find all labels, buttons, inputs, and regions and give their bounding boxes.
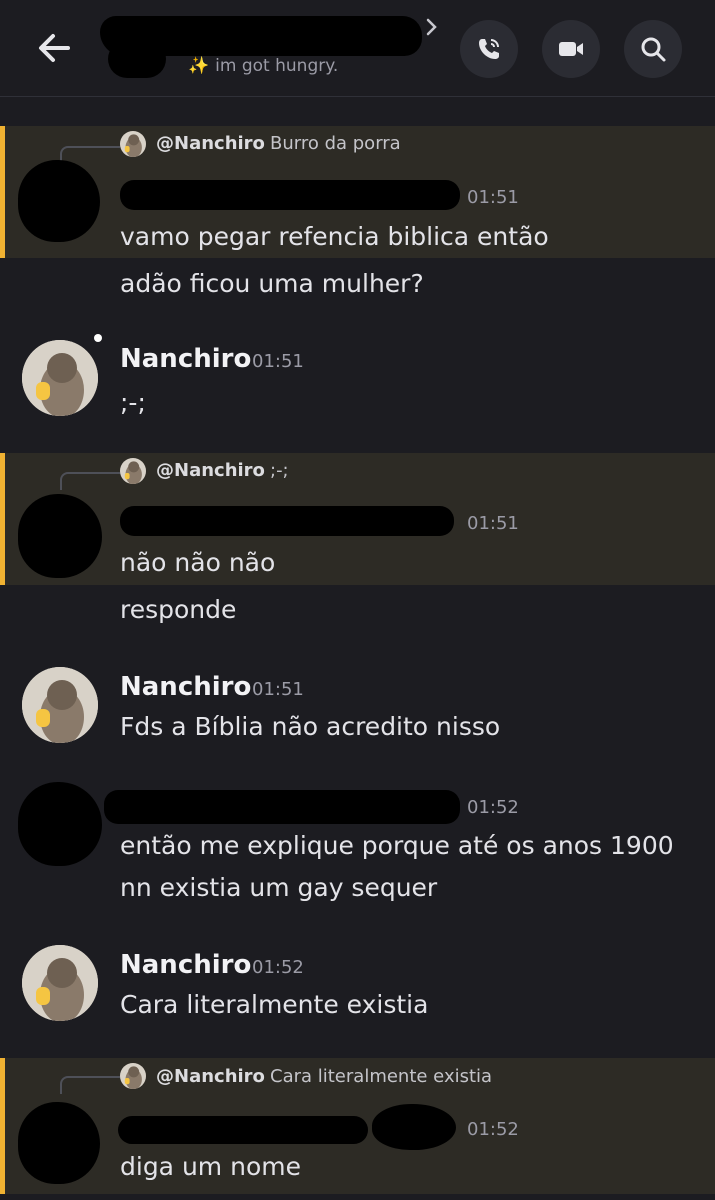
message-text: nn existia um gay sequer bbox=[120, 873, 438, 902]
message-author[interactable]: Nanchiro bbox=[120, 672, 251, 702]
timestamp: 01:52 bbox=[467, 797, 519, 818]
message-text: vamo pegar refencia biblica então bbox=[120, 222, 549, 251]
message-text: diga um nome bbox=[120, 1152, 301, 1181]
chat-header: ✨ im got hungry. bbox=[0, 0, 715, 96]
timestamp: 01:52 bbox=[467, 1119, 519, 1140]
sparkles-emoji: ✨ bbox=[188, 56, 210, 76]
message-text: então me explique porque até os anos 190… bbox=[120, 831, 674, 860]
reply-mention[interactable]: @Nanchiro bbox=[156, 1066, 265, 1087]
redacted-username bbox=[104, 790, 460, 824]
user-avatar[interactable] bbox=[22, 945, 98, 1021]
chevron-right-icon[interactable] bbox=[424, 16, 440, 38]
redacted-avatar bbox=[18, 1102, 100, 1184]
timestamp: 01:52 bbox=[252, 957, 304, 978]
arrow-left-icon bbox=[39, 34, 70, 62]
redacted-channel-name-extra bbox=[108, 40, 166, 78]
status-text: im got hungry. bbox=[215, 56, 339, 76]
reply-snippet: Cara literalmente existia bbox=[270, 1066, 493, 1087]
reply-mention[interactable]: @Nanchiro bbox=[156, 133, 265, 154]
redacted-badge bbox=[372, 1104, 456, 1150]
reply-connector bbox=[60, 1076, 120, 1094]
kitten-avatar-icon bbox=[120, 131, 146, 157]
message-author[interactable]: Nanchiro bbox=[120, 344, 251, 374]
redacted-username bbox=[120, 506, 454, 536]
video-call-button[interactable] bbox=[542, 20, 600, 78]
message-text: responde bbox=[120, 595, 237, 624]
message-text: Fds a Bíblia não acredito nisso bbox=[120, 712, 501, 741]
kitten-avatar-icon bbox=[22, 667, 98, 743]
kitten-avatar-icon bbox=[120, 1063, 146, 1089]
message-text: ;-; bbox=[120, 388, 146, 417]
reply-avatar bbox=[120, 131, 146, 157]
channel-status: ✨ im got hungry. bbox=[188, 56, 338, 76]
timestamp: 01:51 bbox=[467, 187, 519, 208]
back-button[interactable] bbox=[30, 24, 78, 72]
redacted-username bbox=[120, 180, 460, 210]
reply-snippet: ;-; bbox=[270, 460, 289, 481]
reply-snippet: Burro da porra bbox=[270, 133, 401, 154]
message-text: Cara literalmente existia bbox=[120, 990, 429, 1019]
kitten-avatar-icon bbox=[22, 340, 98, 416]
timestamp: 01:51 bbox=[252, 351, 304, 372]
user-avatar[interactable] bbox=[22, 667, 98, 743]
header-divider bbox=[0, 96, 715, 97]
reply-connector bbox=[60, 472, 120, 490]
reply-mention[interactable]: @Nanchiro bbox=[156, 460, 265, 481]
reply-avatar bbox=[120, 458, 146, 484]
user-avatar[interactable] bbox=[22, 340, 98, 416]
video-camera-icon bbox=[559, 42, 583, 56]
search-button[interactable] bbox=[624, 20, 682, 78]
redacted-avatar bbox=[18, 782, 102, 866]
message-text: não não não bbox=[120, 548, 276, 577]
phone-call-icon bbox=[479, 39, 499, 59]
redacted-username bbox=[118, 1116, 368, 1144]
voice-call-button[interactable] bbox=[460, 20, 518, 78]
redacted-avatar bbox=[18, 160, 100, 242]
redacted-avatar bbox=[18, 494, 102, 578]
online-status-dot bbox=[94, 334, 102, 342]
timestamp: 01:51 bbox=[252, 679, 304, 700]
message-text: adão ficou uma mulher? bbox=[120, 269, 424, 298]
timestamp: 01:51 bbox=[467, 513, 519, 534]
message-author[interactable]: Nanchiro bbox=[120, 950, 251, 980]
kitten-avatar-icon bbox=[120, 458, 146, 484]
kitten-avatar-icon bbox=[22, 945, 98, 1021]
reply-avatar bbox=[120, 1063, 146, 1089]
search-icon bbox=[641, 37, 666, 62]
